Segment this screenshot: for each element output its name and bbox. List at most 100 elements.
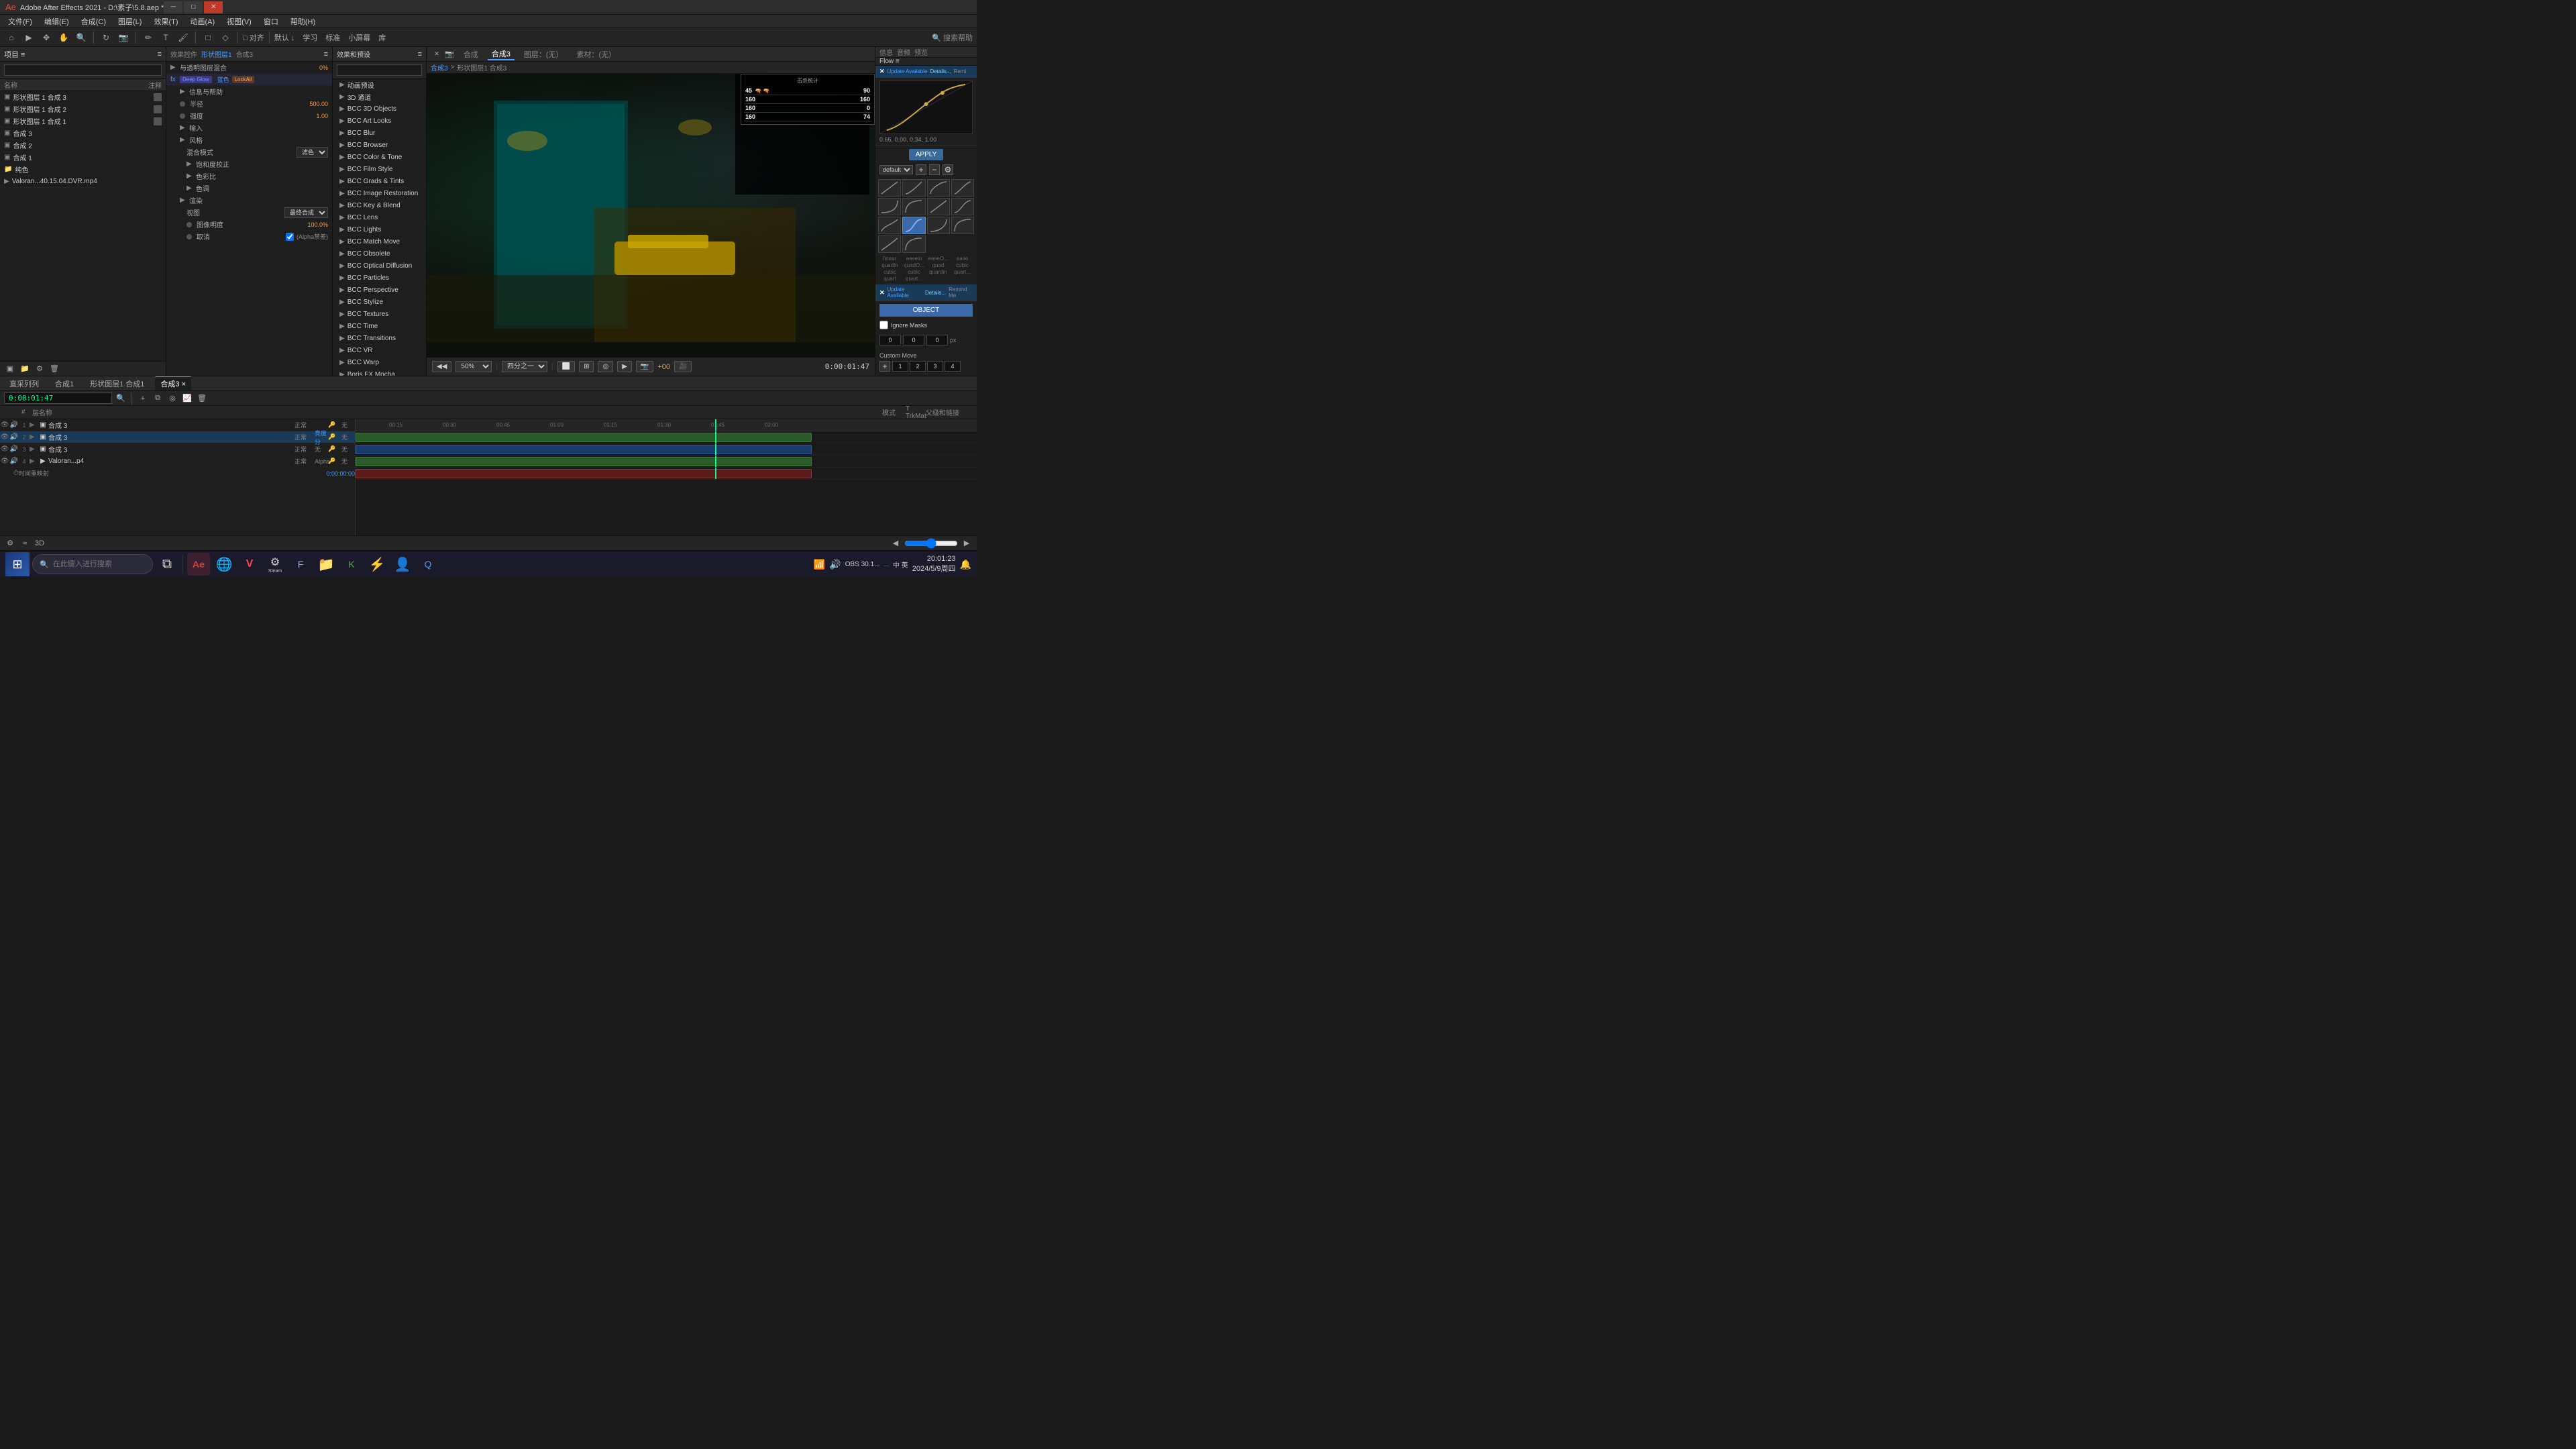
tl-tab-shape1[interactable]: 形状图层1 合成1 — [85, 377, 150, 390]
ignore-masks-checkbox[interactable] — [879, 321, 888, 329]
prop-intensity[interactable]: 强度 1.00 — [166, 110, 332, 122]
taskbar-app-flowframes[interactable]: F — [289, 553, 312, 576]
expand-sat[interactable]: ▶ — [186, 160, 193, 168]
custom-move-4[interactable] — [945, 361, 961, 372]
project-item[interactable]: ▣ 合成 3 — [0, 127, 166, 140]
y-coord-input[interactable] — [903, 335, 924, 345]
home-button[interactable]: ⌂ — [4, 31, 19, 44]
info-tab[interactable]: 信息 — [879, 47, 893, 57]
project-item[interactable]: 📁 纯色 — [0, 164, 166, 176]
volume-icon[interactable]: 🔊 — [829, 559, 841, 570]
settings-preset-button[interactable]: ⚙ — [943, 164, 953, 175]
effect-category[interactable]: ▶BCC Film Style — [333, 164, 426, 176]
effect-category[interactable]: ▶BCC Particles — [333, 272, 426, 284]
project-menu-icon[interactable]: ≡ — [158, 50, 162, 58]
zoom-select[interactable]: 50% 100% 25% — [455, 361, 492, 372]
effect-category[interactable]: ▶BCC Obsolete — [333, 248, 426, 260]
interp-cubic-active[interactable] — [902, 217, 925, 234]
effect-category[interactable]: ▶BCC Time — [333, 321, 426, 333]
menu-effects[interactable]: 效果(T) — [148, 15, 183, 28]
prop-saturation[interactable]: ▶ 饱和度校正 — [166, 158, 332, 170]
hand-tool[interactable]: ✋ — [56, 31, 71, 44]
interp-cubic2[interactable] — [878, 217, 901, 234]
details-link-2[interactable]: Details... — [925, 290, 946, 296]
prop-cancel[interactable]: 取消 (Alpha禁差) — [166, 231, 332, 243]
taskbar-app-ae[interactable]: Ae — [187, 553, 210, 576]
minimize-button[interactable]: ─ — [164, 1, 182, 13]
z-coord-input[interactable] — [926, 335, 948, 345]
effect-category[interactable]: ▶BCC Optical Diffusion — [333, 260, 426, 272]
effect-category[interactable]: ▶BCC Blur — [333, 127, 426, 140]
project-item[interactable]: ▣ 形状图层 1 合成 2 — [0, 103, 166, 115]
solo-button[interactable]: ◎ — [166, 393, 178, 404]
tab-comp3[interactable]: 合成3 — [488, 48, 515, 60]
layer-expand-icon[interactable]: ▶ — [30, 433, 38, 441]
expand-input[interactable]: ▶ — [180, 124, 186, 131]
tab-composition[interactable]: 合成 — [460, 49, 482, 60]
expand-icon-fx[interactable]: fx — [170, 76, 177, 83]
interp-cubic[interactable] — [951, 198, 974, 215]
toggle-transparency-button[interactable]: ⬜ — [557, 361, 575, 372]
effect-category[interactable]: ▶BCC Key & Blend — [333, 200, 426, 212]
camera-options-button[interactable]: 🎥 — [674, 361, 692, 372]
object-button[interactable]: OBJECT — [879, 304, 973, 317]
interp-easein[interactable] — [902, 179, 925, 197]
window-controls[interactable]: ─ □ ✕ — [164, 1, 223, 13]
interp-ease[interactable] — [951, 179, 974, 197]
default-select[interactable]: default — [879, 165, 913, 174]
interp-quart3[interactable] — [902, 235, 925, 253]
effects-search-input[interactable] — [337, 64, 422, 76]
play-button[interactable]: ▶ — [21, 31, 36, 44]
duplicate-button[interactable]: ⧉ — [152, 393, 164, 404]
prop-deep-glow[interactable]: fx Deep Glow 蓝色 LockAll — [166, 74, 332, 86]
effect-category[interactable]: ▶BCC Lights — [333, 224, 426, 236]
brush-tool[interactable]: 🖌 — [176, 31, 191, 44]
menu-composition[interactable]: 合成(C) — [76, 15, 111, 28]
custom-move-2[interactable] — [910, 361, 926, 372]
tl-tab-comp1[interactable]: 合成1 — [50, 377, 79, 390]
prop-brightness[interactable]: 图像明度 100.0% — [166, 219, 332, 231]
expand-style[interactable]: ▶ — [180, 136, 186, 144]
effect-category[interactable]: ▶ 动画预设 — [333, 79, 426, 91]
effect-category[interactable]: ▶BCC Perspective — [333, 284, 426, 297]
prop-info-help[interactable]: ▶ 信息与帮助 — [166, 86, 332, 98]
vis-icon[interactable]: 👁 — [0, 445, 9, 453]
prop-radius[interactable]: 半径 500.00 — [166, 98, 332, 110]
new-folder-button[interactable]: 📁 — [19, 364, 31, 374]
presets-menu-icon[interactable]: ≡ — [418, 50, 422, 58]
project-item[interactable]: ▣ 形状图层 1 合成 3 — [0, 91, 166, 103]
layer-3[interactable]: 👁 🔊 3 ▶ ▣ 合成 3 正常 无 🔑 无 — [0, 443, 355, 455]
windows-start-button[interactable]: ⊞ — [5, 552, 30, 576]
effect-category[interactable]: ▶Boris FX Mocha — [333, 369, 426, 376]
taskbar-app-qq[interactable]: Q — [417, 553, 439, 576]
prop-color-tone[interactable]: ▶ 色调 — [166, 182, 332, 195]
vis-icon[interactable]: 👁 — [0, 421, 9, 429]
effect-category[interactable]: ▶BCC Browser — [333, 140, 426, 152]
menu-help[interactable]: 帮助(H) — [285, 15, 321, 28]
menu-edit[interactable]: 编辑(E) — [39, 15, 74, 28]
tl-zoom-out-button[interactable]: ▶ — [961, 538, 973, 549]
details-link[interactable]: Details... — [930, 68, 951, 74]
layer-bar-3[interactable] — [356, 457, 812, 466]
expand-icon[interactable]: ▶ — [170, 64, 177, 71]
project-search-input[interactable] — [4, 64, 162, 76]
prop-blend-mode[interactable]: 混合模式 滤色 — [166, 146, 332, 158]
tl-motion-blur-button[interactable]: ≈ — [19, 538, 31, 549]
tl-settings-button[interactable]: ⚙ — [4, 538, 16, 549]
effect-category[interactable]: ▶BCC Match Move — [333, 236, 426, 248]
close-button[interactable]: ✕ — [204, 1, 223, 13]
reset-button[interactable]: ◀◀ — [432, 361, 451, 372]
view-select[interactable]: 最终合成 — [284, 207, 328, 218]
layer-bar-2[interactable] — [356, 445, 812, 454]
tab-layer-none[interactable]: 图层：(无） — [520, 49, 568, 60]
effect-category[interactable]: ▶ 3D 通道 — [333, 91, 426, 103]
tab-footage-none[interactable]: 素材：(无） — [573, 49, 621, 60]
custom-move-1[interactable] — [892, 361, 908, 372]
interp-easeout[interactable] — [927, 179, 950, 197]
layer-1[interactable]: 👁 🔊 1 ▶ ▣ 合成 3 正常 🔑 无 — [0, 419, 355, 431]
layer-2[interactable]: 👁 🔊 2 ▶ ▣ 合成 3 正常 亮度分 🔑 无 — [0, 431, 355, 443]
effect-category[interactable]: ▶BCC Textures — [333, 309, 426, 321]
breadcrumb-comp3[interactable]: 合成3 — [431, 62, 448, 72]
layer-bar-4[interactable] — [356, 469, 812, 478]
ime-icon[interactable]: 中 英 — [893, 559, 908, 570]
